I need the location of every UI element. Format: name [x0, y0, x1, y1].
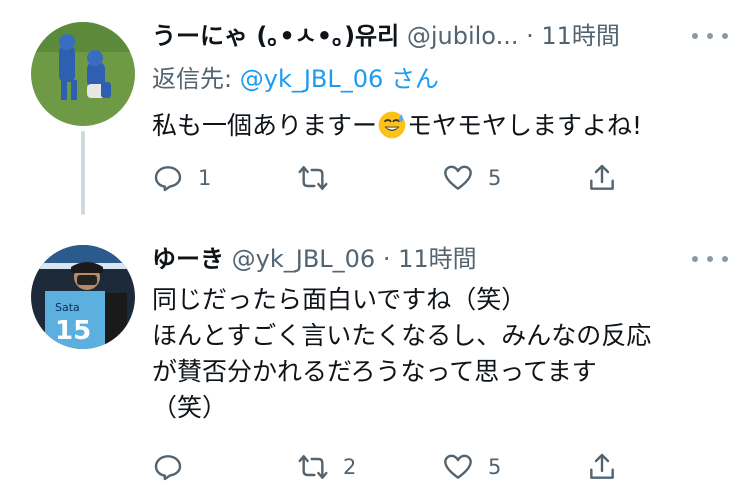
action-bar: 2 5	[152, 449, 632, 485]
avatar-image: Sata 15	[31, 245, 135, 349]
separator-dot: ·	[382, 245, 391, 273]
reply-to-suffix[interactable]: さん	[391, 65, 439, 93]
more-options-icon[interactable]	[692, 24, 728, 48]
tweet-header: うーにゃ (｡•ㅅ•｡)유리 @jubilo... · 11時間	[152, 20, 620, 52]
share-icon	[590, 453, 614, 479]
action-bar: 1 5	[152, 160, 632, 196]
retweet-button[interactable]	[297, 160, 343, 196]
reply-button[interactable]	[152, 449, 198, 485]
avatar[interactable]: Sata 15	[31, 245, 135, 349]
retweet-icon	[298, 166, 328, 190]
tweet-text-part: モヤモヤしますよね!	[407, 111, 643, 140]
separator-dot: ·	[526, 22, 534, 50]
svg-text:Sata: Sata	[55, 301, 80, 314]
tweet-2[interactable]: Sata 15 ゆーき @yk_JBL_06 · 11時間 同じだったら面白いで…	[0, 215, 750, 483]
svg-text:15: 15	[55, 316, 91, 346]
tweet-text-line: ほんとすごく言いたくなるし、みんなの反応	[152, 321, 652, 350]
timestamp[interactable]: 11時間	[541, 22, 620, 50]
tweet-text-line: 同じだったら面白いですね（笑）	[152, 285, 527, 314]
avatar[interactable]	[31, 22, 135, 126]
tweet-text: 私も一個ありますー モヤモヤしますよね!	[152, 108, 642, 144]
reply-to-line: 返信先: @yk_JBL_06 さん	[152, 59, 439, 94]
like-button[interactable]: 5	[442, 160, 501, 196]
share-button[interactable]	[586, 449, 618, 485]
retweet-count: 2	[343, 455, 357, 479]
timestamp[interactable]: 11時間	[398, 245, 477, 273]
reply-to-mention[interactable]: @yk_JBL_06	[240, 65, 384, 93]
share-icon	[590, 164, 614, 190]
more-options-icon[interactable]	[692, 247, 728, 271]
heart-icon	[444, 454, 472, 479]
reply-to-label: 返信先:	[152, 65, 233, 93]
share-button[interactable]	[586, 160, 618, 196]
tweet-text: 同じだったら面白いですね（笑） ほんとすごく言いたくなるし、みんなの反応 が賛否…	[152, 282, 651, 426]
avatar-image	[31, 22, 135, 126]
heart-icon	[444, 165, 472, 190]
thread-line	[81, 131, 85, 215]
display-name[interactable]: ゆーき	[152, 245, 224, 273]
user-handle[interactable]: @jubilo...	[407, 22, 519, 50]
tweet-text-line: が賛否分かれるだろうなって思ってます	[152, 357, 597, 386]
display-name[interactable]: うーにゃ (｡•ㅅ•｡)유리	[152, 22, 399, 50]
reply-count: 1	[198, 166, 212, 190]
tweet-text-line: （笑）	[152, 393, 228, 422]
retweet-icon	[298, 455, 328, 479]
tweet-header: ゆーき @yk_JBL_06 · 11時間	[152, 243, 477, 275]
like-button[interactable]: 5	[442, 449, 501, 485]
user-handle[interactable]: @yk_JBL_06	[232, 245, 376, 273]
sweat-smile-emoji-icon	[378, 111, 406, 139]
reply-button[interactable]: 1	[152, 160, 211, 196]
like-count: 5	[488, 166, 502, 190]
like-count: 5	[488, 455, 502, 479]
reply-icon	[154, 455, 182, 481]
retweet-button[interactable]: 2	[297, 449, 356, 485]
tweet-1[interactable]: うーにゃ (｡•ㅅ•｡)유리 @jubilo... · 11時間 返信先: @y…	[0, 0, 750, 215]
tweet-text-part: 私も一個ありますー	[152, 111, 378, 140]
reply-icon	[154, 166, 182, 192]
